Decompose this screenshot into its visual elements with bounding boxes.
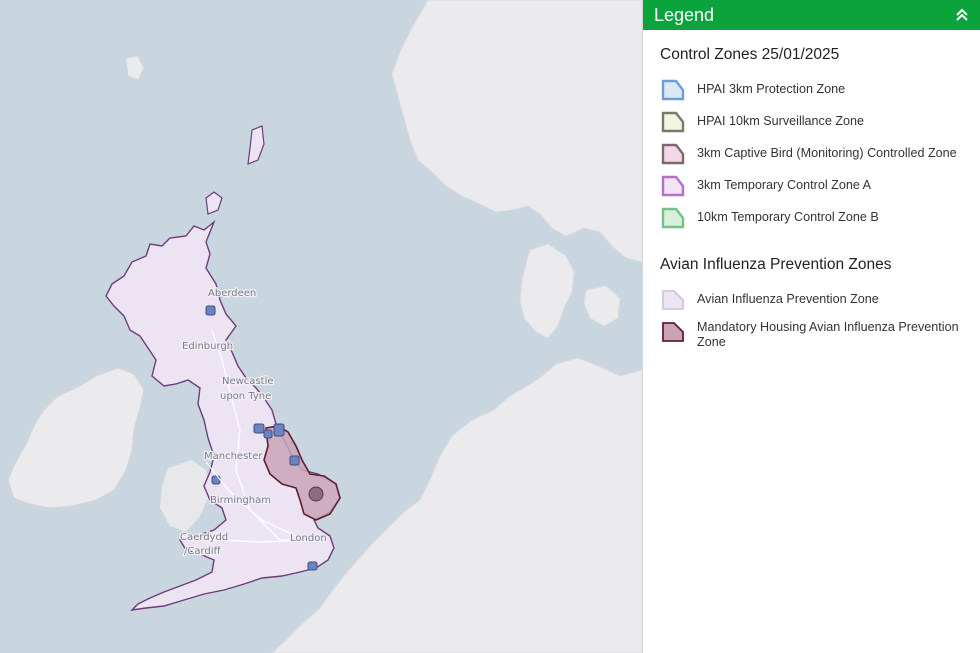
city-label: Birmingham xyxy=(210,495,271,506)
zone-swatch-icon xyxy=(662,322,684,342)
legend-header[interactable]: Legend xyxy=(643,0,980,30)
city-label: upon Tyne xyxy=(220,391,271,402)
city-label: London xyxy=(290,533,327,544)
legend-item-label: Mandatory Housing Avian Influenza Preven… xyxy=(697,320,959,349)
zone-swatch-icon xyxy=(661,143,685,165)
zone-swatch-icon xyxy=(662,290,684,310)
legend-item: HPAI 3km Protection Zone xyxy=(660,78,980,102)
zone-swatch-icon xyxy=(661,207,685,229)
legend-item-label: Avian Influenza Prevention Zone xyxy=(697,292,879,306)
chevron-up-double-icon[interactable] xyxy=(954,7,970,23)
city-label: Manchester xyxy=(204,451,263,462)
legend-item: 3km Temporary Control Zone A xyxy=(660,174,980,198)
legend-item: 3km Captive Bird (Monitoring) Controlled… xyxy=(660,142,980,166)
city-label: Edinburgh xyxy=(182,341,233,352)
zone-swatch-icon xyxy=(661,111,685,133)
legend-item: Avian Influenza Prevention Zone xyxy=(660,288,980,312)
legend-title: Legend xyxy=(654,4,715,25)
legend-item: 10km Temporary Control Zone B xyxy=(660,206,980,230)
section-title: Control Zones 25/01/2025 xyxy=(660,46,840,63)
legend-item-label: 3km Captive Bird (Monitoring) Controlled… xyxy=(697,146,957,160)
legend-item-label: 10km Temporary Control Zone B xyxy=(697,210,879,224)
legend-panel: Legend Control Zones 25/01/2025 HPAI 3km… xyxy=(642,0,980,653)
city-label: Caerdydd xyxy=(180,532,228,543)
legend-item: Mandatory Housing Avian Influenza Preven… xyxy=(660,320,980,350)
city-label: /Cardiff xyxy=(184,546,222,557)
zone-swatch-icon xyxy=(661,79,685,101)
map-view[interactable]: Aberdeen Edinburgh Newcastle upon Tyne M… xyxy=(0,0,642,653)
legend-item: HPAI 10km Surveillance Zone xyxy=(660,110,980,134)
legend-item-label: 3km Temporary Control Zone A xyxy=(697,178,872,192)
legend-item-label: HPAI 10km Surveillance Zone xyxy=(697,114,865,128)
legend-item-label: HPAI 3km Protection Zone xyxy=(697,82,846,96)
captive-bird-zone xyxy=(308,486,324,502)
map-canvas[interactable]: Aberdeen Edinburgh Newcastle upon Tyne M… xyxy=(0,0,642,653)
section-title: Avian Influenza Prevention Zones xyxy=(660,256,892,273)
legend-section-control-zones: Control Zones 25/01/2025 HPAI 3km Protec… xyxy=(660,46,980,230)
city-label: Aberdeen xyxy=(208,288,256,299)
city-label: Newcastle xyxy=(222,376,274,387)
zone-swatch-icon xyxy=(661,175,685,197)
legend-body: Control Zones 25/01/2025 HPAI 3km Protec… xyxy=(643,30,980,350)
legend-section-prevention-zones: Avian Influenza Prevention Zones Avian I… xyxy=(660,256,980,350)
